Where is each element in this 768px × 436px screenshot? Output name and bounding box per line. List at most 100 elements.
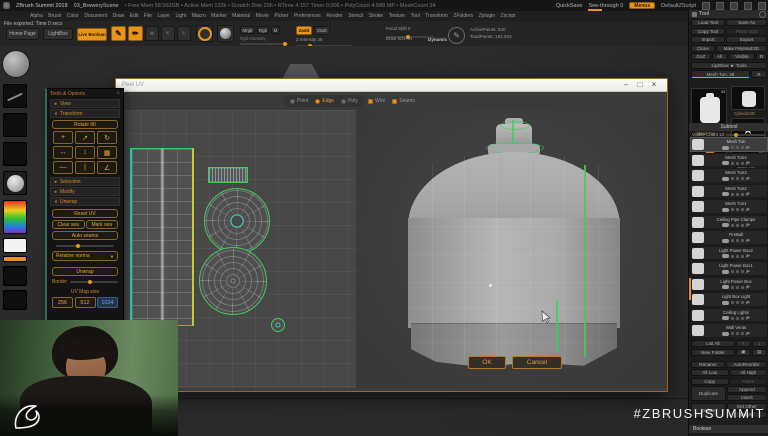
- eye-icon[interactable]: [722, 316, 729, 320]
- uv-island-small-rect[interactable]: [208, 167, 248, 183]
- skew-icon[interactable]: ∠: [97, 161, 117, 174]
- eye-icon[interactable]: [722, 192, 729, 196]
- mode-radio[interactable]: Edge: [315, 98, 334, 104]
- subtool-toggle-icon[interactable]: [741, 317, 744, 320]
- material-thumbnail[interactable]: [3, 171, 27, 195]
- quicksave-button[interactable]: QuickSave: [556, 3, 583, 9]
- flip-h-icon[interactable]: ↔: [53, 146, 73, 159]
- menu-item[interactable]: Stencil: [348, 13, 363, 19]
- copy-subtool-button[interactable]: Copy: [691, 378, 729, 385]
- scale-icon[interactable]: ↗: [75, 131, 95, 144]
- section-transform[interactable]: ▼ Transform: [50, 109, 120, 118]
- subtool-row[interactable]: Mesh Tun1: [690, 199, 768, 214]
- stroke-thumbnail[interactable]: [3, 84, 27, 108]
- rotate-90-button[interactable]: Rotate 90: [52, 120, 118, 129]
- menu-item[interactable]: Render: [326, 13, 342, 19]
- all-high-button[interactable]: All High: [730, 369, 768, 376]
- tool-r-button[interactable]: R: [751, 70, 767, 78]
- brush-icon[interactable]: [746, 161, 751, 165]
- auto-reorder-button[interactable]: AutoReorder: [726, 361, 767, 368]
- goz-all-button[interactable]: All: [712, 53, 728, 60]
- uv-island-disc[interactable]: [199, 247, 267, 315]
- subtool-toggle-icon[interactable]: [741, 286, 744, 289]
- subtool-toggle-icon[interactable]: [736, 317, 739, 320]
- subtool-toggle-icon[interactable]: [741, 146, 744, 149]
- paste-subtool-button[interactable]: Paste: [730, 378, 768, 385]
- menu-item[interactable]: Edit: [130, 13, 139, 19]
- panel-divider-marker[interactable]: [689, 278, 691, 300]
- model-preview-view[interactable]: [356, 110, 667, 388]
- subtool-toggle-icon[interactable]: [741, 208, 744, 211]
- subtool-toggle-icon[interactable]: [731, 286, 734, 289]
- menu-item[interactable]: Stroke: [369, 13, 383, 19]
- menu-item[interactable]: Layer: [157, 13, 170, 19]
- stretch-h-icon[interactable]: —: [53, 161, 73, 174]
- subtool-toggle-icon[interactable]: [736, 162, 739, 165]
- subtool-toggle-icon[interactable]: [731, 301, 734, 304]
- brush-icon[interactable]: [746, 146, 751, 150]
- rgb-button[interactable]: Rgb: [257, 26, 269, 34]
- titlebar-icon[interactable]: [744, 2, 752, 10]
- slider-knob[interactable]: [88, 280, 92, 284]
- menu-item[interactable]: Movie: [256, 13, 269, 19]
- current-tool-name[interactable]: Mesh Tun. 48: [691, 70, 750, 78]
- save-as-button[interactable]: Save As: [726, 19, 767, 26]
- eye-icon[interactable]: [722, 239, 729, 243]
- mark-seam-button[interactable]: Mark sea: [86, 220, 119, 229]
- export-button[interactable]: Export: [726, 36, 767, 43]
- secondary-color-swatch[interactable]: [3, 256, 27, 262]
- subtool-toggle-icon[interactable]: [731, 146, 734, 149]
- subtool-row[interactable]: Mesh Tun2: [690, 184, 768, 199]
- brush-icon[interactable]: [746, 332, 751, 336]
- texture-map-thumbnail[interactable]: [3, 290, 27, 310]
- titlebar-icon[interactable]: [730, 2, 738, 10]
- menu-item[interactable]: Brush: [48, 13, 61, 19]
- eye-icon[interactable]: [722, 146, 729, 150]
- map-size-button[interactable]: 1024: [97, 297, 118, 308]
- eye-icon[interactable]: [722, 301, 729, 305]
- all-low-button[interactable]: All Low: [691, 369, 729, 376]
- reset-uv-button[interactable]: Reset UV: [52, 209, 118, 218]
- relative-normal-dropdown[interactable]: Relative norma ▼: [52, 251, 118, 261]
- brush-picker-button[interactable]: [196, 25, 213, 42]
- eye-icon[interactable]: [722, 161, 729, 165]
- subtool-toggle-icon[interactable]: [731, 239, 734, 242]
- boolean-section-header[interactable]: Boolean: [689, 425, 768, 433]
- goz-r-button[interactable]: R: [756, 53, 767, 60]
- alpha-thumbnail[interactable]: [3, 113, 27, 137]
- menu-item[interactable]: ZFolders: [453, 13, 473, 19]
- menu-item[interactable]: File: [144, 13, 152, 19]
- slider-knob[interactable]: [283, 42, 287, 46]
- map-size-button[interactable]: 256: [52, 297, 73, 308]
- texture-thumbnail[interactable]: [3, 142, 27, 166]
- m-button[interactable]: M: [271, 26, 280, 34]
- subtool-toggle-icon[interactable]: [731, 193, 734, 196]
- subtool-row[interactable]: Ceiling Pipe Clamps: [690, 215, 768, 230]
- subtool-toggle-icon[interactable]: [731, 255, 734, 258]
- new-folder-button[interactable]: New Folder: [691, 349, 735, 356]
- titlebar-icon[interactable]: [758, 2, 766, 10]
- move-up-button[interactable]: ↑: [736, 340, 751, 347]
- section-unwrap[interactable]: ▼ Unwrap: [50, 197, 120, 206]
- subtool-toggle-icon[interactable]: [741, 239, 744, 242]
- uv-island-tiny-circle[interactable]: [271, 318, 285, 332]
- menu-item[interactable]: Light: [175, 13, 186, 19]
- minimize-button[interactable]: –: [619, 81, 633, 89]
- gradient-switch-thumbnail[interactable]: [3, 266, 27, 286]
- see-through-slider[interactable]: See-through 0: [588, 3, 623, 9]
- peel-uv-titlebar[interactable]: Peel UV – □ ×: [116, 79, 667, 92]
- brush-icon[interactable]: [746, 301, 751, 305]
- subtool-toggle-icon[interactable]: [736, 286, 739, 289]
- import-button[interactable]: Import: [691, 36, 725, 43]
- menu-item[interactable]: Marker: [211, 13, 227, 19]
- rotate-button[interactable]: ↻: [177, 26, 191, 41]
- home-page-button[interactable]: Home Page: [6, 28, 39, 40]
- menu-item[interactable]: Transform: [425, 13, 448, 19]
- subtool-row[interactable]: Mesh Tun3: [690, 168, 768, 183]
- subtool-toggle-icon[interactable]: [736, 332, 739, 335]
- subtool-toggle-icon[interactable]: [736, 193, 739, 196]
- zsub-button[interactable]: Zsub: [314, 26, 330, 35]
- edit-button[interactable]: ✎: [111, 26, 126, 41]
- subtool-toggle-icon[interactable]: [731, 317, 734, 320]
- slider-knob[interactable]: [734, 133, 738, 137]
